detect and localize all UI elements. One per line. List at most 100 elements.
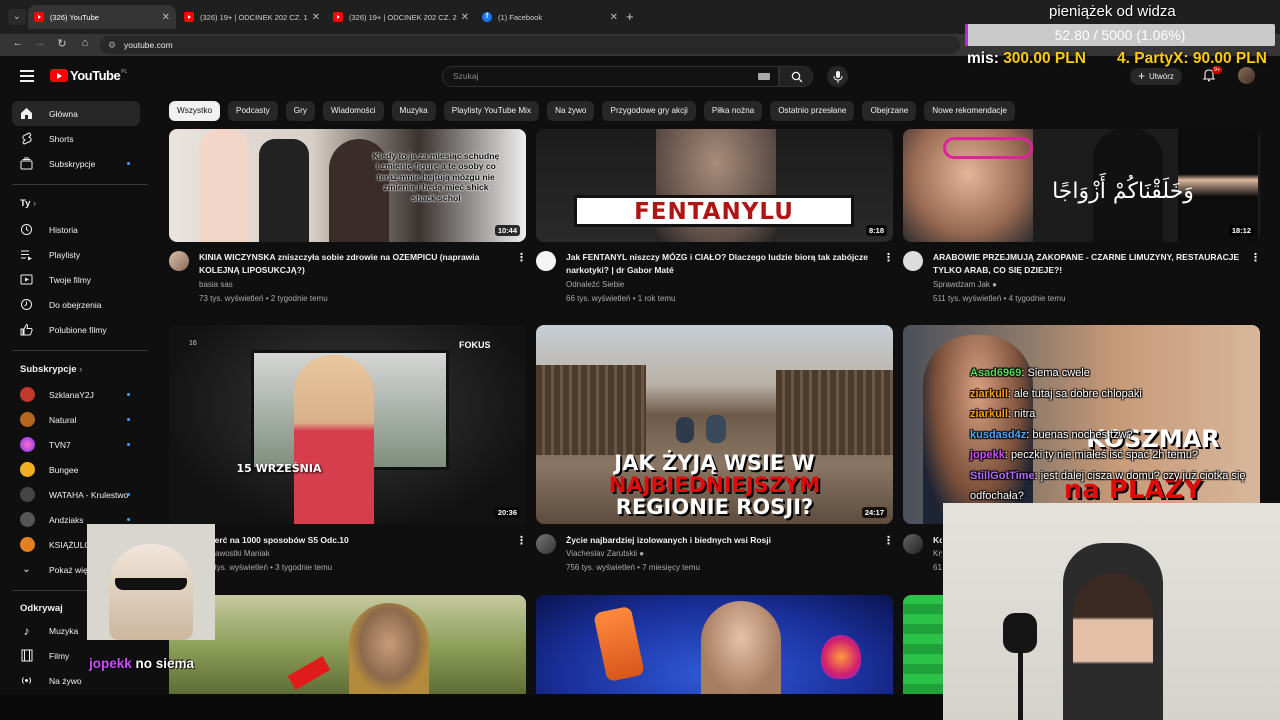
video-channel[interactable]: Sprawdzam Jak ● <box>933 280 997 289</box>
video-thumbnail[interactable]: Kiedy to ja za miesiąc schudnę i zmienię… <box>169 129 526 242</box>
chip-gry[interactable]: Gry <box>285 101 315 121</box>
youtube-icon <box>333 12 343 22</box>
more-options-icon[interactable]: ⋮ <box>883 534 894 547</box>
voice-search-button[interactable] <box>827 66 848 87</box>
keyboard-icon[interactable] <box>758 73 770 80</box>
section-label: Ty <box>20 198 31 209</box>
close-icon[interactable]: ✕ <box>312 12 320 23</box>
sidebar-item-subskrypcje[interactable]: Subskrypcje <box>12 151 140 176</box>
sidebar-item-glowna[interactable]: Główna <box>12 101 140 126</box>
more-options-icon[interactable]: ⋮ <box>516 534 527 547</box>
chip-wiadomosci[interactable]: Wiadomości <box>322 101 384 121</box>
subscriptions-icon <box>20 157 33 170</box>
youtube-logo[interactable]: YouTube PL <box>50 68 127 83</box>
logo-country: PL <box>121 68 128 75</box>
chip-na-zywo[interactable]: Na żywo <box>547 101 595 121</box>
close-icon[interactable]: ✕ <box>162 12 170 23</box>
sidebar-item-do-obejrzenia[interactable]: Do obejrzenia <box>12 292 140 317</box>
close-icon[interactable]: ✕ <box>461 12 469 23</box>
url-field[interactable]: ⚙ youtube.com <box>100 36 960 54</box>
more-options-icon[interactable]: ⋮ <box>883 251 894 264</box>
chip-obejrzane[interactable]: Obejrzane <box>862 101 917 121</box>
chip-podcasty[interactable]: Podcasty <box>228 101 278 121</box>
video-channel[interactable]: basia sas <box>199 280 233 289</box>
glasses-graphic <box>943 137 1033 159</box>
chip-pilka-nozna[interactable]: Piłka nożna <box>703 101 763 121</box>
video-thumbnail[interactable]: 16 FOKUS 15 WRZEŚNIA 20:36 <box>169 325 526 524</box>
sidebar-item-polubione[interactable]: Polubione filmy <box>12 317 140 342</box>
sidebar-item-label: Andziaks <box>49 514 84 525</box>
reload-icon[interactable]: ↻ <box>54 37 70 50</box>
tab-facebook[interactable]: f (1) Facebook ✕ <box>476 5 624 29</box>
watch-later-icon <box>20 298 33 311</box>
sidebar-channel-tvn7[interactable]: TVN7 <box>12 432 140 457</box>
tab-odcinek-2[interactable]: (326) 19+ | ODCINEK 202 CZ. 2 ✕ <box>327 5 475 29</box>
sidebar-channel-natural[interactable]: Natural <box>12 407 140 432</box>
sidebar-channel-szklanay2j[interactable]: SzklanaY2J <box>12 382 140 407</box>
video-thumbnail[interactable]: FENTANYLU 8:18 <box>536 129 893 242</box>
sidebar-channel-wataha[interactable]: WATAHA - Krulestwo <box>12 482 140 507</box>
stream-chat-overlay: Asad6969: Siema cwele ziarkull: ale tuta… <box>970 363 1280 507</box>
channel-avatar[interactable] <box>169 251 189 271</box>
sidebar-item-playlisty[interactable]: Playlisty <box>12 242 140 267</box>
sidebar-item-historia[interactable]: Historia <box>12 217 140 242</box>
new-tab-button[interactable]: + <box>626 9 634 24</box>
video-channel[interactable]: Kryminalne <box>933 549 942 558</box>
sidebar-item-label: WATAHA - Krulestwo <box>49 489 129 500</box>
video-title[interactable]: Koszmar na plaży <box>933 534 942 547</box>
cat-chat-message: jopekk no siema <box>89 656 194 671</box>
top-donor-label: 4. PartyX: <box>1117 50 1189 67</box>
chip-przygodowe-gry[interactable]: Przygodowe gry akcji <box>602 101 696 121</box>
channel-avatar[interactable] <box>536 251 556 271</box>
forward-icon[interactable]: → <box>32 37 48 49</box>
search-input[interactable]: Szukaj <box>442 66 779 87</box>
age-rating: 16 <box>189 340 197 347</box>
sidebar-item-na-zywo[interactable]: Na żywo <box>12 668 140 693</box>
channel-avatar[interactable] <box>903 534 923 554</box>
chat-text: : ale tutaj sa dobre chlopaki <box>1007 387 1142 400</box>
chip-nowe-rekomendacje[interactable]: Nowe rekomendacje <box>924 101 1015 121</box>
sidebar-item-label: Shorts <box>49 133 74 144</box>
site-settings-icon[interactable]: ⚙ <box>108 36 116 54</box>
menu-icon[interactable] <box>20 70 34 85</box>
chip-ostatnio-przeslane[interactable]: Ostatnio przesłane <box>770 101 855 121</box>
video-thumbnail[interactable]: JAK ŻYJĄ WSIE W NAJBIEDNIEJSZYM REGIONIE… <box>536 325 893 524</box>
video-channel[interactable]: Viacheslav Zarutskii ● <box>566 549 644 558</box>
section-ty-heading[interactable]: Ty › <box>20 198 36 209</box>
sidebar-item-label: Muzyka <box>49 625 79 636</box>
more-options-icon[interactable]: ⋮ <box>1250 251 1261 264</box>
video-title[interactable]: Życie najbardziej izolowanych i biednych… <box>566 534 882 547</box>
sidebar-item-twoje-filmy[interactable]: Twoje filmy <box>12 267 140 292</box>
video-thumbnail[interactable]: وَخَلَقْنَاكُمْ أَزْوَاجًا 18:12 <box>903 129 1260 242</box>
video-title[interactable]: ARABOWIE PRZEJMUJĄ ZAKOPANE - CZARNE LIM… <box>933 251 1249 277</box>
tab-youtube[interactable]: (326) YouTube ✕ <box>28 5 176 29</box>
video-title[interactable]: Śmierć na 1000 sposobów S5 Odc.10 <box>199 534 515 547</box>
sidebar-channel-bungee[interactable]: Bungee <box>12 457 140 482</box>
video-thumbnail[interactable] <box>903 595 943 694</box>
streamer-figure <box>1073 573 1153 720</box>
channel-avatar[interactable] <box>903 251 923 271</box>
tab-search-button[interactable]: ⌄ <box>8 9 26 25</box>
channel-avatar[interactable] <box>536 534 556 554</box>
back-icon[interactable]: ← <box>10 37 26 49</box>
search-icon <box>791 71 803 83</box>
shorts-icon <box>20 132 33 145</box>
video-title[interactable]: Jak FENTANYL niszczy MÓZG i CIAŁO? Dlacz… <box>566 251 882 277</box>
channel-avatar <box>20 487 35 502</box>
sidebar-item-shorts[interactable]: Shorts <box>12 126 140 151</box>
tab-odcinek-1[interactable]: (326) 19+ | ODCINEK 202 CZ. 1 ✕ <box>178 5 326 29</box>
home-icon[interactable]: ⌂ <box>77 37 93 49</box>
search-button[interactable] <box>779 66 813 87</box>
more-options-icon[interactable]: ⋮ <box>516 251 527 264</box>
video-channel[interactable]: Odnaleźć Siebie <box>566 280 624 289</box>
close-icon[interactable]: ✕ <box>610 12 618 23</box>
video-thumbnail[interactable] <box>169 595 526 694</box>
chip-muzyka[interactable]: Muzyka <box>391 101 436 121</box>
video-thumbnail[interactable] <box>536 595 893 694</box>
tab-label: (1) Facebook <box>498 12 543 22</box>
video-title[interactable]: KINIA WICZYNSKA zniszczyła sobie zdrowie… <box>199 251 515 277</box>
chip-playlisty-mix[interactable]: Playlisty YouTube Mix <box>443 101 540 121</box>
section-subskrypcje-heading[interactable]: Subskrypcje › <box>20 364 82 375</box>
your-videos-icon <box>20 273 33 286</box>
chip-wszystko[interactable]: Wszystko <box>169 101 221 121</box>
